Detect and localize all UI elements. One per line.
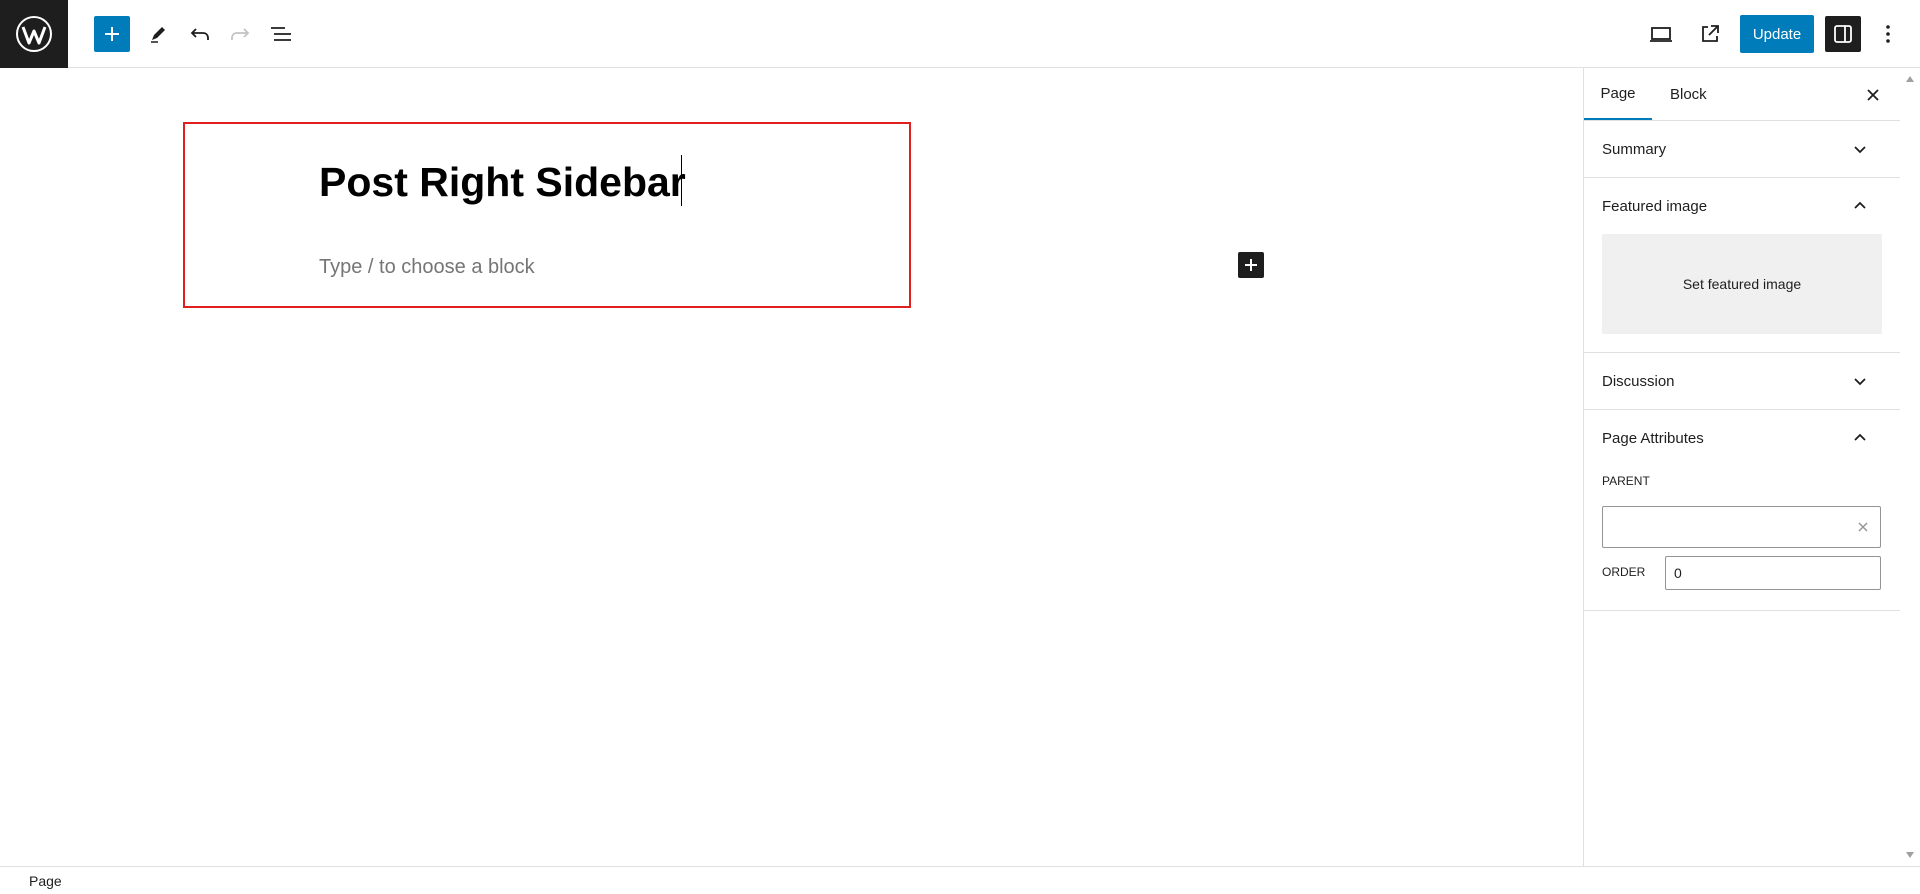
block-placeholder[interactable]: Type / to choose a block: [319, 254, 535, 280]
wordpress-icon[interactable]: [0, 0, 68, 68]
featured-image-panel: Featured image Set featured image: [1584, 178, 1900, 353]
chevron-down-icon: [1854, 146, 1866, 154]
featured-image-panel-title: Featured image: [1602, 197, 1708, 215]
preview-button[interactable]: [1643, 16, 1679, 52]
chevron-up-icon: [1854, 201, 1866, 209]
parent-select[interactable]: [1602, 506, 1881, 548]
external-icon: [1702, 25, 1719, 42]
pencil-icon: [151, 27, 165, 43]
clear-icon[interactable]: [1856, 520, 1870, 534]
discussion-panel-toggle[interactable]: Discussion: [1584, 353, 1900, 409]
title-highlight-box: [183, 122, 911, 308]
tab-page[interactable]: Page: [1584, 68, 1652, 120]
list-view-button[interactable]: [263, 16, 299, 52]
tools-button[interactable]: [140, 16, 176, 52]
summary-panel: Summary: [1584, 121, 1900, 178]
undo-button[interactable]: [182, 16, 218, 52]
tab-block[interactable]: Block: [1670, 68, 1707, 120]
editor-toolbar: Update: [0, 0, 1920, 68]
settings-sidebar: Page Block Summary Featured image Set fe…: [1583, 68, 1900, 866]
redo-button[interactable]: [222, 16, 258, 52]
scroll-down-icon[interactable]: [1906, 852, 1914, 858]
add-block-button[interactable]: [94, 16, 130, 52]
settings-toggle-button[interactable]: [1825, 16, 1861, 52]
page-attributes-panel-toggle[interactable]: Page Attributes: [1584, 410, 1900, 466]
page-attributes-panel: Page Attributes PARENT ORDER 0: [1584, 410, 1900, 611]
featured-image-panel-toggle[interactable]: Featured image: [1584, 178, 1900, 234]
inline-add-block-button[interactable]: [1238, 252, 1264, 278]
sidebar-icon: [1834, 25, 1852, 43]
discussion-panel-title: Discussion: [1602, 372, 1675, 390]
update-button[interactable]: Update: [1740, 15, 1814, 53]
chevron-down-icon: [1854, 378, 1866, 386]
scroll-up-icon[interactable]: [1906, 76, 1914, 82]
redo-icon: [231, 28, 250, 40]
more-vertical-icon: [1886, 25, 1890, 43]
list-view-icon: [271, 27, 291, 41]
text-cursor: [681, 155, 682, 206]
set-featured-image-button[interactable]: Set featured image: [1602, 234, 1882, 334]
parent-label: PARENT: [1602, 474, 1650, 488]
order-input[interactable]: 0: [1665, 556, 1881, 590]
scrollbar[interactable]: [1900, 68, 1920, 866]
desktop-icon: [1650, 27, 1672, 42]
close-icon: [1867, 89, 1879, 101]
breadcrumb-page[interactable]: Page: [29, 873, 62, 889]
plus-icon: [1245, 259, 1257, 271]
plus-icon: [105, 27, 119, 41]
summary-panel-title: Summary: [1602, 140, 1667, 158]
post-title[interactable]: Post Right Sidebar: [319, 158, 686, 206]
editor-canvas[interactable]: Post Right Sidebar Type / to choose a bl…: [0, 68, 1583, 866]
options-button[interactable]: [1870, 16, 1906, 52]
chevron-up-icon: [1854, 433, 1866, 441]
summary-panel-toggle[interactable]: Summary: [1584, 121, 1900, 177]
close-sidebar-button[interactable]: [1862, 84, 1884, 106]
order-label: ORDER: [1602, 565, 1646, 579]
discussion-panel: Discussion: [1584, 353, 1900, 410]
page-attributes-panel-title: Page Attributes: [1602, 429, 1704, 447]
view-page-button[interactable]: [1692, 16, 1728, 52]
block-breadcrumb-bar: Page: [0, 866, 1920, 894]
sidebar-tabs: Page Block: [1584, 68, 1900, 121]
undo-icon: [190, 28, 209, 40]
